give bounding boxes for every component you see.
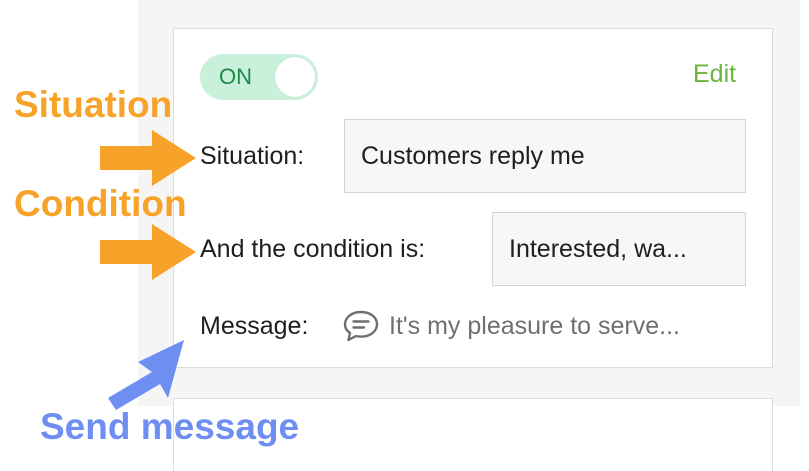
condition-field[interactable]: Interested, wa... xyxy=(492,212,746,286)
situation-arrow-icon xyxy=(100,130,196,186)
message-preview[interactable]: It's my pleasure to serve... xyxy=(389,312,680,341)
chat-bubble-icon xyxy=(343,310,379,342)
toggle-knob xyxy=(275,57,315,97)
annotation-situation: Situation xyxy=(14,84,173,125)
toggle-label: ON xyxy=(219,64,252,89)
message-label: Message: xyxy=(200,312,309,340)
annotation-send-message: Send message xyxy=(40,406,300,447)
send-message-arrow-icon xyxy=(108,340,184,410)
annotation-condition: Condition xyxy=(14,183,187,224)
situation-value: Customers reply me xyxy=(361,141,585,170)
situation-field[interactable]: Customers reply me xyxy=(344,119,746,193)
condition-arrow-icon xyxy=(100,224,196,280)
situation-label: Situation: xyxy=(200,142,305,170)
condition-label: And the condition is: xyxy=(200,235,426,263)
condition-value: Interested, wa... xyxy=(509,234,687,263)
edit-link[interactable]: Edit xyxy=(693,60,736,89)
on-off-toggle[interactable]: ON xyxy=(200,54,318,100)
